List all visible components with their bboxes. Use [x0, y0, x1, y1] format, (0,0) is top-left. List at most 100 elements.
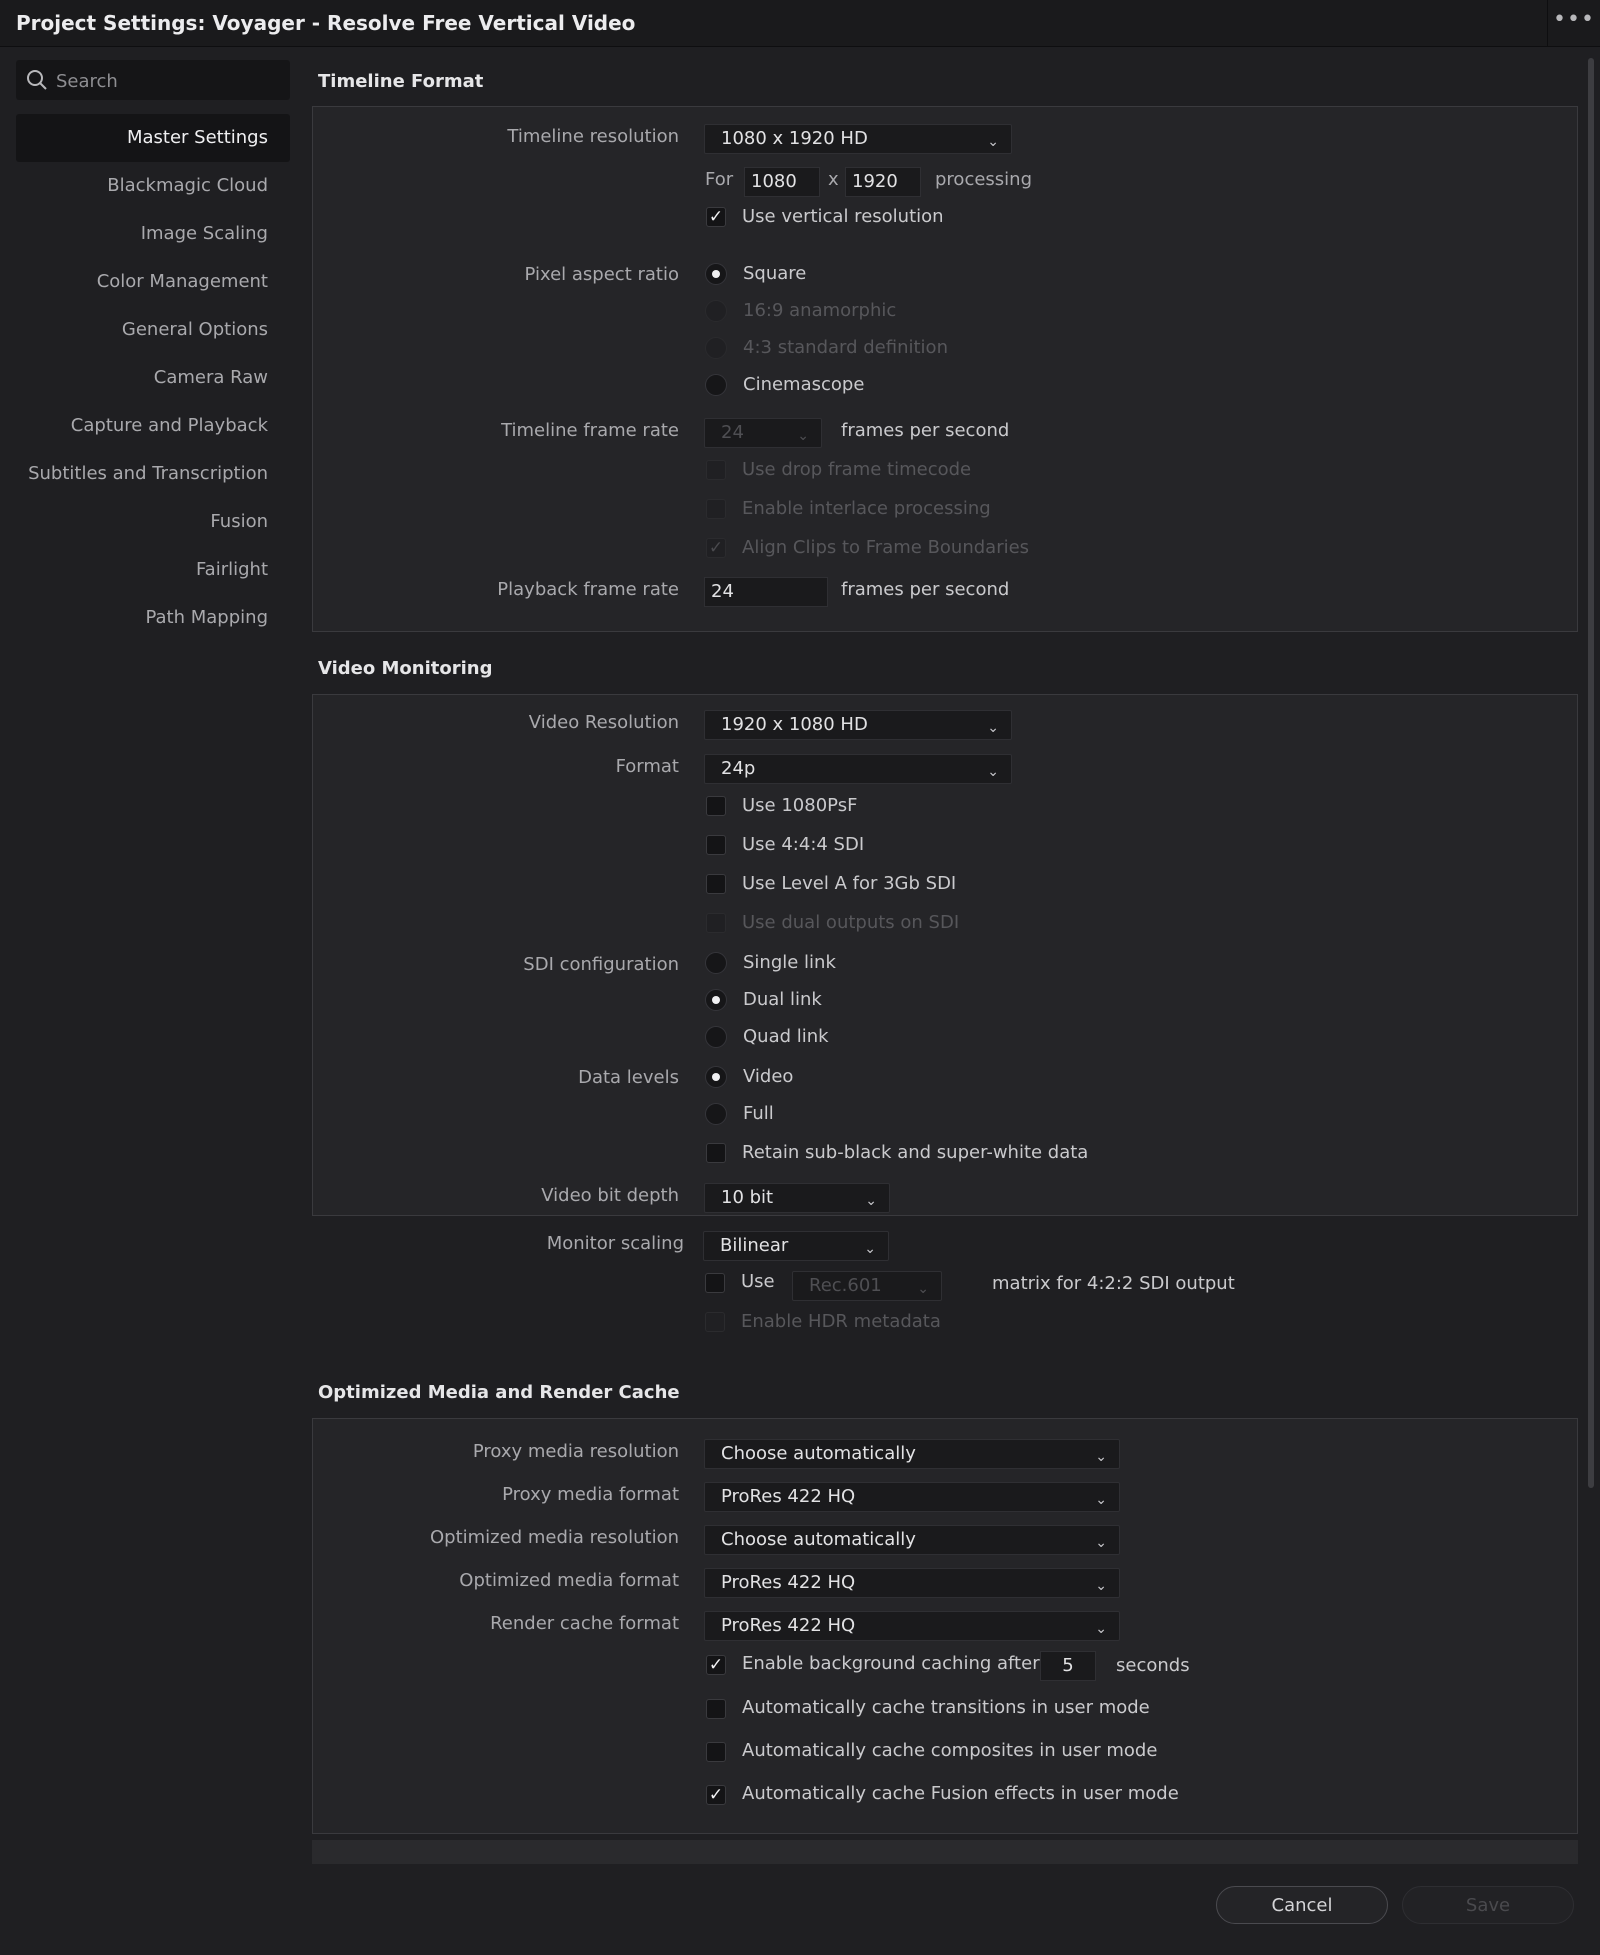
scrollbar-thumb[interactable] — [1588, 58, 1594, 1488]
retain-checkbox[interactable] — [706, 1143, 726, 1163]
data-levels-label: Data levels — [578, 1067, 679, 1088]
video-resolution-value: 1920 x 1080 HD — [721, 714, 868, 735]
video-monitoring-panel: Video Resolution 1920 x 1080 HD ⌄ Format… — [312, 694, 1578, 1216]
render-cache-label: Render cache format — [490, 1613, 679, 1634]
search-box[interactable] — [16, 60, 290, 100]
align-clips-checkbox: ✓ — [706, 538, 726, 558]
timeline-format-panel: Timeline resolution 1080 x 1920 HD ⌄ For… — [312, 106, 1578, 632]
chevron-down-icon: ⌄ — [1095, 1621, 1107, 1637]
sidebar-item-path-mapping[interactable]: Path Mapping — [16, 594, 290, 642]
pixel-aspect-cinemascope-radio[interactable] — [705, 374, 727, 396]
chevron-down-icon: ⌄ — [1095, 1492, 1107, 1508]
cancel-button[interactable]: Cancel — [1216, 1886, 1388, 1924]
background-caching-seconds-input[interactable]: 5 — [1040, 1651, 1096, 1681]
dual-outputs-checkbox — [706, 913, 726, 933]
auto-cache-composites-label: Automatically cache composites in user m… — [742, 1740, 1158, 1761]
sidebar-item-general-options[interactable]: General Options — [16, 306, 290, 354]
data-levels-full-radio[interactable] — [705, 1103, 727, 1125]
sidebar-item-color-management[interactable]: Color Management — [16, 258, 290, 306]
sidebar-item-master-settings[interactable]: Master Settings — [16, 114, 290, 162]
sdi-quad-link-radio[interactable] — [705, 1026, 727, 1048]
use-444-sdi-checkbox[interactable] — [706, 835, 726, 855]
sidebar-nav: Master Settings Blackmagic Cloud Image S… — [16, 114, 290, 642]
render-cache-dropdown[interactable]: ProRes 422 HQ ⌄ — [704, 1611, 1120, 1641]
more-options-button[interactable]: ••• — [1547, 0, 1600, 46]
sdi-dual-link-radio[interactable] — [705, 989, 727, 1011]
pixel-aspect-square-radio[interactable] — [705, 263, 727, 285]
chevron-down-icon: ⌄ — [987, 720, 999, 736]
section-title-timeline-format: Timeline Format — [318, 71, 484, 92]
auto-cache-fusion-label: Automatically cache Fusion effects in us… — [742, 1783, 1179, 1804]
format-label: Format — [615, 756, 679, 777]
optimized-resolution-dropdown[interactable]: Choose automatically ⌄ — [704, 1525, 1120, 1555]
optimized-format-dropdown[interactable]: ProRes 422 HQ ⌄ — [704, 1568, 1120, 1598]
use-matrix-label: Use — [741, 1271, 775, 1292]
sidebar-item-fusion[interactable]: Fusion — [16, 498, 290, 546]
optimized-resolution-value: Choose automatically — [721, 1529, 916, 1550]
use-444-sdi-label: Use 4:4:4 SDI — [742, 834, 865, 855]
timeline-resolution-dropdown[interactable]: 1080 x 1920 HD ⌄ — [704, 124, 1012, 154]
sidebar-item-capture-playback[interactable]: Capture and Playback — [16, 402, 290, 450]
timeline-frame-rate-value: 24 — [721, 422, 744, 443]
auto-cache-transitions-checkbox[interactable] — [706, 1699, 726, 1719]
proxy-resolution-dropdown[interactable]: Choose automatically ⌄ — [704, 1439, 1120, 1469]
video-resolution-dropdown[interactable]: 1920 x 1080 HD ⌄ — [704, 710, 1012, 740]
processing-height-input[interactable]: 1920 — [845, 167, 921, 197]
use-level-a-label: Use Level A for 3Gb SDI — [742, 873, 957, 894]
sidebar-item-camera-raw[interactable]: Camera Raw — [16, 354, 290, 402]
sdi-quad-link-label: Quad link — [743, 1026, 829, 1047]
video-bit-depth-label: Video bit depth — [541, 1185, 679, 1206]
data-levels-video-radio[interactable] — [705, 1066, 727, 1088]
section-title-video-monitoring: Video Monitoring — [318, 658, 493, 679]
use-vertical-checkbox[interactable]: ✓ — [706, 207, 726, 227]
align-clips-label: Align Clips to Frame Boundaries — [742, 537, 1030, 558]
use-vertical-label: Use vertical resolution — [742, 206, 944, 227]
pixel-aspect-4-3-radio — [705, 337, 727, 359]
video-bit-depth-dropdown[interactable]: 10 bit ⌄ — [704, 1183, 890, 1213]
playback-frame-rate-input[interactable]: 24 — [704, 577, 828, 607]
save-button[interactable]: Save — [1402, 1886, 1574, 1924]
proxy-format-label: Proxy media format — [502, 1484, 679, 1505]
format-value: 24p — [721, 758, 756, 779]
background-caching-label: Enable background caching after — [742, 1653, 1040, 1674]
pixel-aspect-anamorphic-label: 16:9 anamorphic — [743, 300, 897, 321]
search-input[interactable] — [54, 66, 278, 96]
proxy-format-dropdown[interactable]: ProRes 422 HQ ⌄ — [704, 1482, 1120, 1512]
chevron-down-icon: ⌄ — [1095, 1449, 1107, 1465]
timeline-resolution-label: Timeline resolution — [507, 126, 679, 147]
chevron-down-icon: ⌄ — [1095, 1578, 1107, 1594]
search-icon — [27, 70, 47, 90]
sidebar-item-fairlight[interactable]: Fairlight — [16, 546, 290, 594]
sdi-single-link-radio[interactable] — [705, 952, 727, 974]
chevron-down-icon: ⌄ — [987, 134, 999, 150]
sidebar-item-subtitles[interactable]: Subtitles and Transcription — [16, 450, 290, 498]
dual-outputs-label: Use dual outputs on SDI — [742, 912, 960, 933]
monitor-scaling-dropdown[interactable]: Bilinear ⌄ — [703, 1231, 889, 1261]
sdi-config-label: SDI configuration — [523, 954, 679, 975]
format-dropdown[interactable]: 24p ⌄ — [704, 754, 1012, 784]
hdr-metadata-label: Enable HDR metadata — [741, 1311, 941, 1332]
video-resolution-label: Video Resolution — [528, 712, 679, 733]
use-matrix-checkbox[interactable] — [705, 1273, 725, 1293]
chevron-down-icon: ⌄ — [865, 1193, 877, 1209]
hdr-metadata-checkbox — [705, 1312, 725, 1332]
processing-width-input[interactable]: 1080 — [744, 167, 820, 197]
proxy-format-value: ProRes 422 HQ — [721, 1486, 856, 1507]
auto-cache-fusion-checkbox[interactable]: ✓ — [706, 1785, 726, 1805]
auto-cache-composites-checkbox[interactable] — [706, 1742, 726, 1762]
use-level-a-checkbox[interactable] — [706, 874, 726, 894]
use-1080psf-checkbox[interactable] — [706, 796, 726, 816]
chevron-down-icon: ⌄ — [987, 764, 999, 780]
timeline-frame-rate-label: Timeline frame rate — [501, 420, 679, 441]
pixel-aspect-cinemascope-label: Cinemascope — [743, 374, 865, 395]
matrix-suffix-label: matrix for 4:2:2 SDI output — [992, 1273, 1235, 1294]
background-caching-checkbox[interactable]: ✓ — [706, 1655, 726, 1675]
timeline-resolution-value: 1080 x 1920 HD — [721, 128, 868, 149]
retain-label: Retain sub-black and super-white data — [742, 1142, 1089, 1163]
times-label: x — [828, 169, 839, 190]
sidebar-item-image-scaling[interactable]: Image Scaling — [16, 210, 290, 258]
sidebar-item-blackmagic-cloud[interactable]: Blackmagic Cloud — [16, 162, 290, 210]
auto-cache-transitions-label: Automatically cache transitions in user … — [742, 1697, 1150, 1718]
chevron-down-icon: ⌄ — [797, 428, 809, 444]
interlace-checkbox — [706, 499, 726, 519]
